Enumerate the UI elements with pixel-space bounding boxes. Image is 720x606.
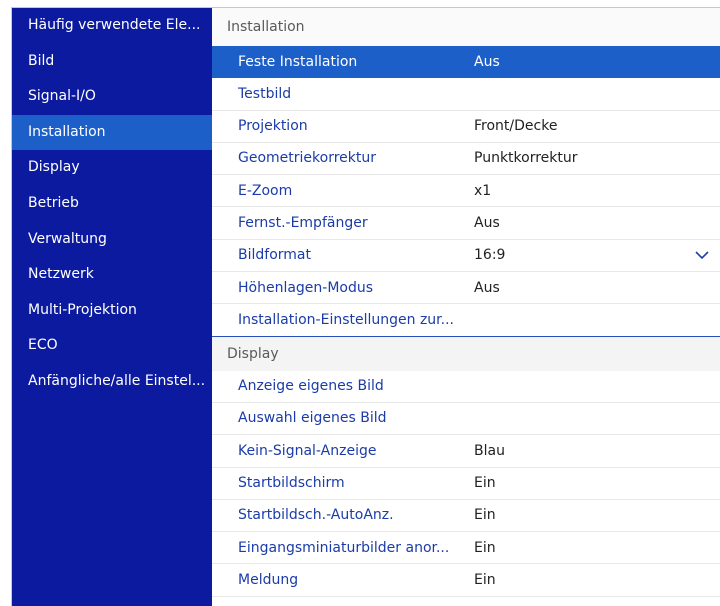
setting-label: Projektion bbox=[238, 118, 308, 135]
setting-row-startbildsch-autoanz[interactable]: Startbildsch.-AutoAnz. Ein bbox=[212, 500, 720, 533]
setting-row-hoehenlagen-modus[interactable]: Höhenlagen-Modus Aus bbox=[212, 272, 720, 305]
settings-panel: Installation Feste Installation Aus Test… bbox=[212, 8, 720, 606]
sidebar-item-signal-io[interactable]: Signal-I/O bbox=[12, 79, 212, 115]
setting-value: Ein bbox=[474, 539, 496, 556]
setting-label: Feste Installation bbox=[238, 53, 358, 70]
section-header-display: Display bbox=[212, 336, 720, 371]
setting-value: Punktkorrektur bbox=[474, 150, 578, 167]
setting-row-e-zoom[interactable]: E-Zoom x1 bbox=[212, 175, 720, 208]
setting-label: Geometriekorrektur bbox=[238, 150, 376, 167]
setting-row-testbild[interactable]: Testbild bbox=[212, 78, 720, 111]
setting-row-feste-installation[interactable]: Feste Installation Aus bbox=[212, 46, 720, 79]
sidebar-item-eco[interactable]: ECO bbox=[12, 328, 212, 364]
sidebar-item-bild[interactable]: Bild bbox=[12, 44, 212, 80]
sidebar-item-multi-projektion[interactable]: Multi-Projektion bbox=[12, 293, 212, 329]
setting-row-projektion[interactable]: Projektion Front/Decke bbox=[212, 111, 720, 143]
sidebar-item-anfaengliche-einstellungen[interactable]: Anfängliche/alle Einstel... bbox=[12, 364, 212, 400]
setting-row-bildformat[interactable]: Bildformat 16:9 bbox=[212, 240, 720, 273]
setting-value: Blau bbox=[474, 442, 505, 459]
setting-value: Aus bbox=[474, 279, 500, 296]
setting-value: Ein bbox=[474, 571, 496, 588]
setting-value: 16:9 bbox=[474, 247, 506, 264]
setting-value: Front/Decke bbox=[474, 118, 558, 135]
sidebar-item-betrieb[interactable]: Betrieb bbox=[12, 186, 212, 222]
setting-label: E-Zoom bbox=[238, 182, 293, 199]
setting-value: x1 bbox=[474, 182, 492, 199]
setting-value: Ein bbox=[474, 475, 496, 492]
setting-row-meldung[interactable]: Meldung Ein bbox=[212, 564, 720, 597]
setting-label: Meldung bbox=[238, 571, 299, 588]
menu-frame: Häufig verwendete Ele... Bild Signal-I/O… bbox=[11, 7, 720, 606]
setting-value: Ein bbox=[474, 507, 496, 524]
setting-label: Höhenlagen-Modus bbox=[238, 279, 374, 296]
setting-row-geometriekorrektur[interactable]: Geometriekorrektur Punktkorrektur bbox=[212, 143, 720, 176]
setting-label: Startbildsch.-AutoAnz. bbox=[238, 507, 394, 524]
setting-row-kein-signal-anzeige[interactable]: Kein-Signal-Anzeige Blau bbox=[212, 435, 720, 468]
setting-label: Testbild bbox=[238, 85, 292, 102]
setting-label: Auswahl eigenes Bild bbox=[238, 410, 387, 427]
setting-label: Anzeige eigenes Bild bbox=[238, 378, 384, 395]
setting-row-eingangsminiaturbilder[interactable]: Eingangsminiaturbilder anor... Ein bbox=[212, 532, 720, 565]
setting-label: Eingangsminiaturbilder anor... bbox=[238, 539, 450, 556]
sidebar-item-netzwerk[interactable]: Netzwerk bbox=[12, 257, 212, 293]
sidebar-item-display[interactable]: Display bbox=[12, 150, 212, 186]
section-header-installation: Installation bbox=[212, 8, 720, 46]
setting-label: Bildformat bbox=[238, 247, 311, 264]
setting-row-startbildschirm[interactable]: Startbildschirm Ein bbox=[212, 468, 720, 500]
setting-label: Installation-Einstellungen zur... bbox=[238, 311, 454, 328]
setting-label: Startbildschirm bbox=[238, 475, 345, 492]
sidebar: Häufig verwendete Ele... Bild Signal-I/O… bbox=[12, 8, 212, 606]
setting-row-fernst-empfaenger[interactable]: Fernst.-Empfänger Aus bbox=[212, 207, 720, 240]
setting-label: Fernst.-Empfänger bbox=[238, 214, 368, 231]
setting-row-installation-einstellungen[interactable]: Installation-Einstellungen zur... bbox=[212, 304, 720, 337]
chevron-down-icon[interactable] bbox=[694, 247, 710, 263]
setting-row-auswahl-eigenes-bild[interactable]: Auswahl eigenes Bild bbox=[212, 403, 720, 436]
setting-value: Aus bbox=[474, 53, 500, 70]
sidebar-item-haeufig-verwendete[interactable]: Häufig verwendete Ele... bbox=[12, 8, 212, 44]
sidebar-item-verwaltung[interactable]: Verwaltung bbox=[12, 222, 212, 258]
sidebar-item-installation[interactable]: Installation bbox=[12, 114, 212, 151]
setting-label: Kein-Signal-Anzeige bbox=[238, 442, 377, 459]
setting-row-anzeige-eigenes-bild[interactable]: Anzeige eigenes Bild bbox=[212, 371, 720, 403]
setting-value: Aus bbox=[474, 214, 500, 231]
